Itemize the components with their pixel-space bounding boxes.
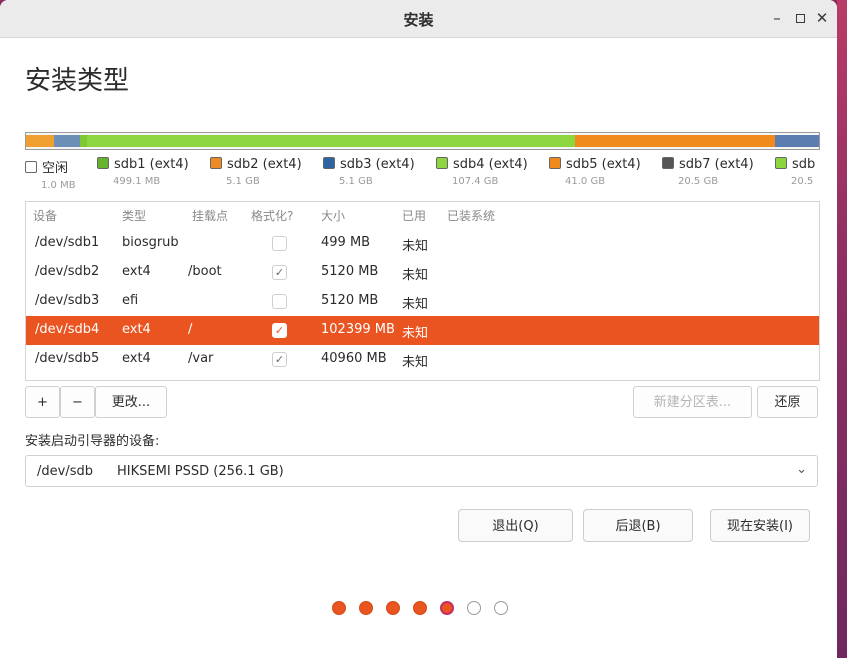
quit-button[interactable]: 退出(Q): [458, 509, 573, 542]
progress-dot-icon: [332, 601, 346, 615]
progress-dot-icon: [413, 601, 427, 615]
legend-item: 空闲 1.0 MB: [25, 157, 76, 191]
legend-item: sdb 20.5: [775, 157, 815, 187]
titlebar: 安装 – ✕: [0, 0, 837, 38]
column-header-used[interactable]: 已用: [402, 207, 426, 224]
column-header-mount[interactable]: 挂载点: [192, 207, 228, 224]
minimize-icon: –: [773, 9, 781, 27]
remove-partition-button[interactable]: −: [60, 386, 95, 418]
partition-legend: 空闲 1.0 MB sdb1 (ext4) 499.1 MB sdb2 (ext…: [25, 157, 818, 193]
partition-segment-sdb1: [54, 135, 80, 147]
partition-segment-sdb2: [80, 135, 87, 147]
add-partition-button[interactable]: +: [25, 386, 60, 418]
progress-dot-icon: [386, 601, 400, 615]
partition-segment-free: [26, 135, 54, 147]
legend-item: sdb7 (ext4) 20.5 GB: [662, 157, 754, 187]
table-row-selected[interactable]: /dev/sdb4 ext4 / ✓ 102399 MB 未知: [26, 316, 819, 345]
legend-item: sdb3 (ext4) 5.1 GB: [323, 157, 415, 187]
legend-swatch-icon: [210, 157, 222, 169]
page-title: 安装类型: [25, 66, 130, 96]
change-partition-button[interactable]: 更改...: [95, 386, 167, 418]
table-row[interactable]: /dev/sdb5 ext4 /var ✓ 40960 MB 未知: [26, 345, 819, 374]
column-header-system[interactable]: 已装系统: [447, 207, 495, 224]
installer-window: 安装 – ✕ 安装类型 空闲 1.0 MB sdb1 (ext4) 499.1 …: [0, 0, 837, 658]
partition-table: 设备 类型 挂载点 格式化? 大小 已用 已装系统 /dev/sdb1 bios…: [25, 201, 820, 381]
legend-swatch-icon: [662, 157, 674, 169]
progress-dot-icon: [440, 601, 454, 615]
partition-usage-bar: [25, 132, 820, 150]
format-checkbox[interactable]: ✓: [272, 265, 287, 280]
legend-swatch-icon: [436, 157, 448, 169]
maximize-button[interactable]: [788, 6, 812, 30]
partition-segment-sdb5: [575, 135, 775, 147]
format-checkbox[interactable]: ✓: [272, 323, 287, 338]
legend-swatch-icon: [323, 157, 335, 169]
legend-swatch-icon: [775, 157, 787, 169]
format-checkbox[interactable]: [272, 236, 287, 251]
legend-swatch-icon: [549, 157, 561, 169]
column-header-device[interactable]: 设备: [33, 207, 57, 224]
chevron-down-icon: ⌄: [796, 462, 807, 477]
column-header-type[interactable]: 类型: [122, 207, 146, 224]
back-button[interactable]: 后退(B): [583, 509, 693, 542]
format-checkbox[interactable]: ✓: [272, 352, 287, 367]
new-partition-table-button[interactable]: 新建分区表...: [633, 386, 752, 418]
legend-item: sdb2 (ext4) 5.1 GB: [210, 157, 302, 187]
maximize-icon: [795, 14, 805, 23]
bootloader-device-model: HIKSEMI PSSD (256.1 GB): [117, 464, 284, 479]
partition-segment-sdb7: [775, 135, 819, 147]
table-row[interactable]: /dev/sdb1 biosgrub 499 MB 未知: [26, 229, 819, 258]
progress-dot-icon: [467, 601, 481, 615]
legend-swatch-icon: [25, 161, 37, 173]
revert-button[interactable]: 还原: [757, 386, 818, 418]
legend-item: sdb1 (ext4) 499.1 MB: [97, 157, 189, 187]
bootloader-device-select[interactable]: /dev/sdb HIKSEMI PSSD (256.1 GB) ⌄: [25, 455, 818, 487]
close-button[interactable]: ✕: [810, 6, 834, 30]
bootloader-device-label: 安装启动引导器的设备:: [25, 434, 160, 449]
column-header-size[interactable]: 大小: [321, 207, 345, 224]
legend-item: sdb4 (ext4) 107.4 GB: [436, 157, 528, 187]
legend-item: sdb5 (ext4) 41.0 GB: [549, 157, 641, 187]
progress-dot-icon: [359, 601, 373, 615]
progress-dots: [332, 601, 522, 617]
close-icon: ✕: [815, 9, 829, 27]
table-row[interactable]: /dev/sdb3 efi 5120 MB 未知: [26, 287, 819, 316]
bootloader-device-path: /dev/sdb: [37, 464, 93, 479]
table-row[interactable]: /dev/sdb2 ext4 /boot ✓ 5120 MB 未知: [26, 258, 819, 287]
desktop-background-edge: [837, 0, 847, 658]
install-now-button[interactable]: 现在安装(I): [710, 509, 810, 542]
legend-swatch-icon: [97, 157, 109, 169]
partition-segment-sdb4: [87, 135, 575, 147]
progress-dot-icon: [494, 601, 508, 615]
minimize-button[interactable]: –: [765, 6, 789, 30]
column-header-format[interactable]: 格式化?: [251, 207, 293, 224]
window-title: 安装: [403, 11, 434, 29]
format-checkbox[interactable]: [272, 294, 287, 309]
